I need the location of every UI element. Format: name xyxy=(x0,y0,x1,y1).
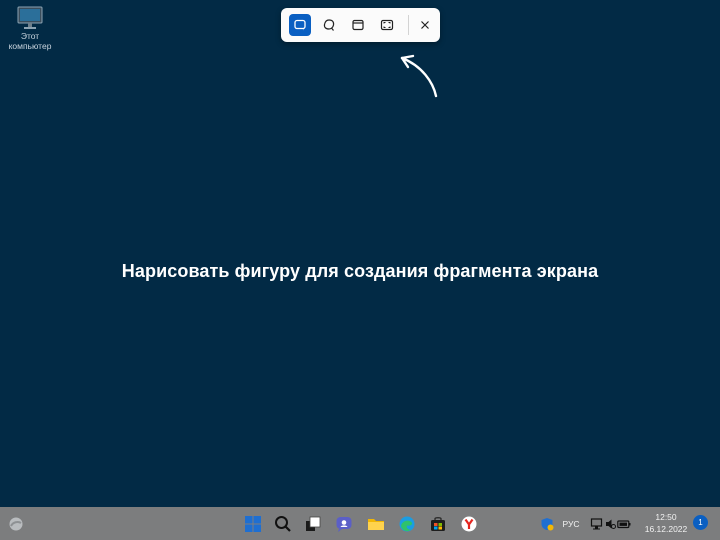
file-explorer-icon xyxy=(368,518,384,530)
notification-badge[interactable]: 1 xyxy=(693,515,708,530)
clock-time: 12:50 xyxy=(655,512,677,522)
task-view-icon xyxy=(306,516,321,531)
taskbar: РУС 12:50 16.12.2022 xyxy=(0,507,720,540)
close-icon xyxy=(421,21,429,29)
windows-start-icon xyxy=(245,515,261,532)
store-icon xyxy=(431,516,445,531)
network-icon xyxy=(590,517,602,529)
system-tray-icons[interactable] xyxy=(588,507,632,540)
monitor-icon xyxy=(17,6,43,29)
chat-button[interactable] xyxy=(332,507,356,540)
rectangle-snip-icon xyxy=(294,19,306,31)
yandex-browser-button[interactable] xyxy=(457,507,481,540)
edge-icon xyxy=(399,516,415,531)
taskbar-clock[interactable]: 12:50 16.12.2022 xyxy=(644,511,688,535)
snip-instruction-text: Нарисовать фигуру для создания фрагмента… xyxy=(121,261,599,281)
freeform-snip-icon xyxy=(323,19,335,31)
clock-date: 16.12.2022 xyxy=(644,524,688,534)
snip-toolbar xyxy=(281,8,440,42)
search-button[interactable] xyxy=(271,507,295,540)
desktop-icon-label: Этот компьютер xyxy=(8,31,52,51)
volume-icon xyxy=(605,519,616,529)
pointer-arrow-annotation xyxy=(400,54,438,98)
window-snip-icon xyxy=(352,19,364,31)
security-tray-button[interactable] xyxy=(538,507,556,540)
rectangle-snip-button[interactable] xyxy=(289,14,311,36)
widgets-button[interactable] xyxy=(6,507,26,540)
freeform-snip-button[interactable] xyxy=(318,14,340,36)
window-snip-button[interactable] xyxy=(347,14,369,36)
chat-icon xyxy=(336,516,352,532)
store-button[interactable] xyxy=(426,507,450,540)
language-indicator[interactable]: РУС xyxy=(560,507,582,540)
start-button[interactable] xyxy=(241,507,265,540)
task-view-button[interactable] xyxy=(301,507,325,540)
defender-icon xyxy=(541,517,554,530)
fullscreen-snip-button[interactable] xyxy=(376,14,398,36)
search-icon xyxy=(275,515,291,532)
toolbar-divider xyxy=(408,15,409,35)
close-button[interactable] xyxy=(414,14,436,36)
file-explorer-button[interactable] xyxy=(364,507,388,540)
battery-icon xyxy=(616,519,630,528)
fullscreen-snip-icon xyxy=(380,19,394,31)
weather-widget-icon xyxy=(9,517,23,530)
desktop-icon-this-pc[interactable]: Этот компьютер xyxy=(9,6,51,51)
yandex-browser-icon xyxy=(461,516,477,531)
edge-browser-button[interactable] xyxy=(395,507,419,540)
